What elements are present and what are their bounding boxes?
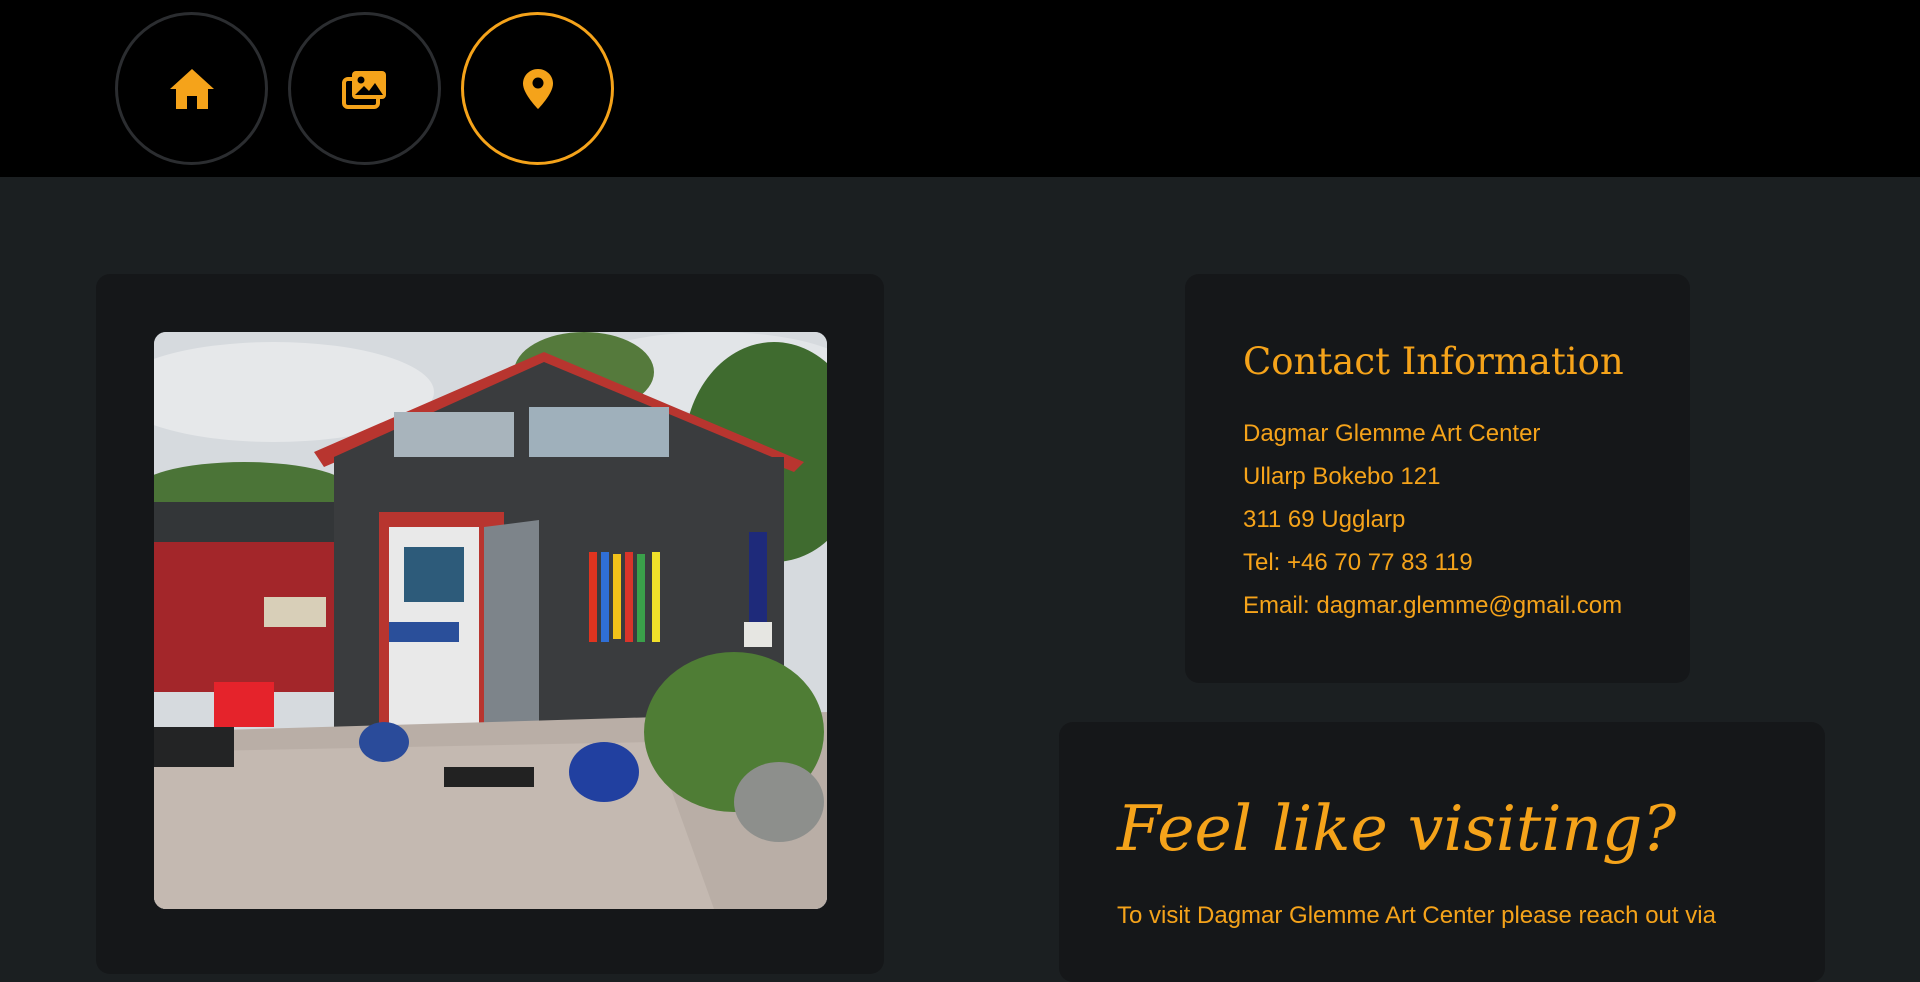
home-icon	[169, 68, 214, 109]
contact-street: Ullarp Bokebo 121	[1243, 463, 1441, 490]
gallery-icon	[341, 70, 386, 109]
contact-phone: Tel: +46 70 77 83 119	[1243, 549, 1473, 576]
visit-card: Feel like visiting? To visit Dagmar Glem…	[1059, 722, 1825, 982]
home-button[interactable]	[115, 12, 268, 165]
contact-postal: 311 69 Ugglarp	[1243, 506, 1406, 533]
photo-card	[96, 274, 884, 974]
art-studio-photo	[154, 332, 827, 909]
location-button[interactable]	[461, 12, 614, 165]
contact-title: Contact Information	[1243, 340, 1624, 383]
contact-email: Email: dagmar.glemme@gmail.com	[1243, 592, 1623, 619]
visit-text: To visit Dagmar Glemme Art Center please…	[1117, 902, 1716, 929]
contact-details: Dagmar Glemme Art Center Ullarp Bokebo 1…	[1243, 412, 1622, 627]
contact-card: Contact Information Dagmar Glemme Art Ce…	[1185, 274, 1690, 683]
visit-title: Feel like visiting?	[1117, 792, 1677, 865]
gallery-button[interactable]	[288, 12, 441, 165]
contact-name: Dagmar Glemme Art Center	[1243, 420, 1541, 447]
location-pin-icon	[522, 68, 553, 109]
top-nav-bar	[0, 0, 1920, 177]
